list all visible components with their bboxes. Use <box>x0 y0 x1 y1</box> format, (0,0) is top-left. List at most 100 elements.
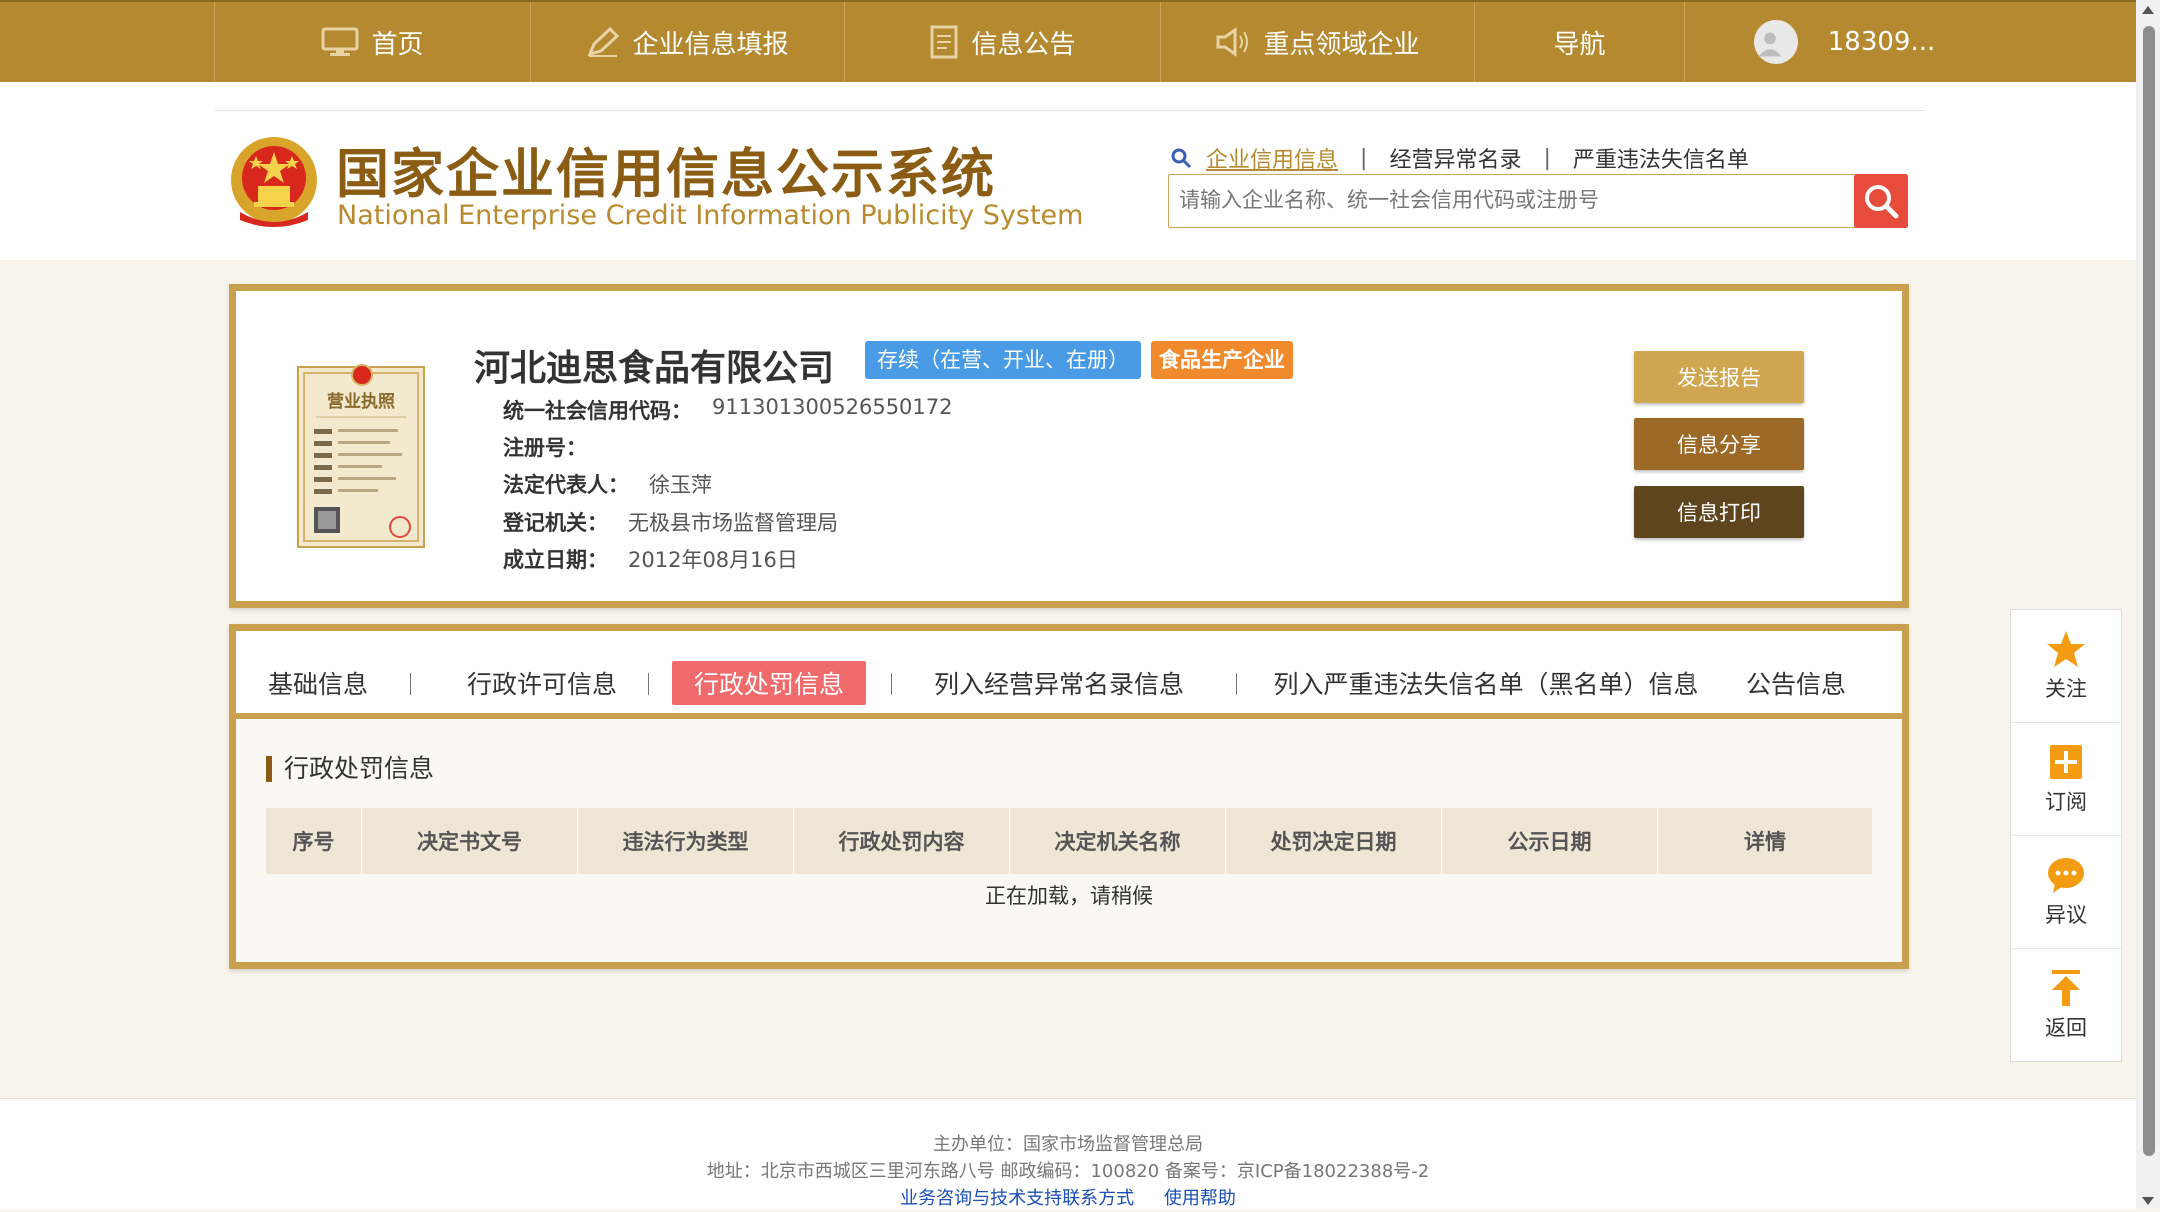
edit-icon <box>587 26 620 57</box>
tab-separator <box>410 673 411 695</box>
info-row-registration-authority: 登记机关： 无极县市场监督管理局 <box>503 507 838 537</box>
send-report-button[interactable]: 发送报告 <box>1634 351 1804 403</box>
back-to-top-button[interactable]: 返回 <box>2011 949 2121 1061</box>
search-type-links: 企业信用信息 | 经营异常名录 | 严重违法失信名单 <box>1170 142 1749 174</box>
tab-announcements[interactable]: 公告信息 <box>1736 661 1856 705</box>
tab-separator <box>891 673 892 695</box>
section-title: 行政处罚信息 <box>266 756 434 782</box>
document-icon <box>930 25 958 59</box>
nav-item-navigation[interactable]: 导航 <box>1474 2 1684 82</box>
vertical-scrollbar[interactable] <box>2136 0 2160 1209</box>
nav-item-home[interactable]: 首页 <box>214 2 530 82</box>
search-icon <box>1171 148 1192 169</box>
founded-date-value: 2012年08月16日 <box>628 548 798 572</box>
scroll-down-arrow[interactable] <box>2142 1197 2154 1205</box>
column-header: 违法行为类型 <box>578 808 794 874</box>
tab-admin-license[interactable]: 行政许可信息 <box>452 661 632 705</box>
top-nav-bar: 首页 企业信息填报 信息公告 重点领域企业 导航 18309... <box>0 0 2136 82</box>
star-icon <box>2047 631 2085 667</box>
tab-basic-info[interactable]: 基础信息 <box>263 661 373 705</box>
objection-label: 异议 <box>2045 903 2087 927</box>
legal-rep-value: 徐玉萍 <box>649 473 712 497</box>
tab-separator <box>648 673 649 695</box>
header-divider <box>215 110 1925 111</box>
nav-item-announcements[interactable]: 信息公告 <box>844 2 1160 82</box>
nav-label-announcements: 信息公告 <box>971 29 1076 60</box>
tab-blacklist[interactable]: 列入严重违法失信名单（黑名单）信息 <box>1248 661 1724 705</box>
detail-tabs-panel: 基础信息 行政许可信息 行政处罚信息 列入经营异常名录信息 列入严重违法失信名单… <box>229 624 1909 969</box>
speaker-icon <box>1216 27 1249 57</box>
share-info-button[interactable]: 信息分享 <box>1634 418 1804 470</box>
info-row-legal-rep: 法定代表人： 徐玉萍 <box>503 469 712 499</box>
column-header: 行政处罚内容 <box>794 808 1010 874</box>
footer-link-help[interactable]: 使用帮助 <box>1164 1188 1236 1209</box>
column-header: 序号 <box>266 808 362 874</box>
company-info-card: 营业执照 河北迪思食品有限公司 存续（在营、开业、在册） 食品生产企业 统一社会… <box>229 284 1909 608</box>
info-row-founded-date: 成立日期： 2012年08月16日 <box>503 544 798 574</box>
loading-message: 正在加载，请稍候 <box>985 884 1153 908</box>
credit-code-value: 911301300526550172 <box>712 395 953 419</box>
nav-label-fill-report: 企业信息填报 <box>632 29 789 60</box>
tab-admin-penalty[interactable]: 行政处罚信息 <box>672 661 866 705</box>
user-icon <box>1758 32 1782 57</box>
search-link-abnormal-list[interactable]: 经营异常名录 <box>1389 142 1521 174</box>
column-header: 处罚决定日期 <box>1226 808 1442 874</box>
link-separator: | <box>1360 145 1368 171</box>
footer-sponsor: 主办单位：国家市场监督管理总局 <box>933 1134 1203 1155</box>
subscribe-label: 订阅 <box>2045 790 2087 814</box>
nav-label-key-sectors: 重点领域企业 <box>1263 29 1420 60</box>
footer-links: 业务咨询与技术支持联系方式 使用帮助 <box>0 1185 2136 1212</box>
registration-number-label: 注册号： <box>503 436 587 460</box>
follow-button[interactable]: 关注 <box>2011 610 2121 723</box>
license-title: 营业执照 <box>327 391 395 412</box>
table-header-row: 序号 决定书文号 违法行为类型 行政处罚内容 决定机关名称 处罚决定日期 公示日… <box>266 808 1872 874</box>
category-badge: 食品生产企业 <box>1151 341 1293 379</box>
nav-item-fill-report[interactable]: 企业信息填报 <box>530 2 844 82</box>
column-header: 决定书文号 <box>362 808 578 874</box>
site-title: 国家企业信用信息公示系统 <box>336 144 996 205</box>
info-row-registration-number: 注册号： <box>503 432 607 462</box>
info-row-credit-code: 统一社会信用代码： 911301300526550172 <box>503 395 953 425</box>
subscribe-button[interactable]: 订阅 <box>2011 723 2121 836</box>
objection-button[interactable]: 异议 <box>2011 836 2121 949</box>
site-header: 国家企业信用信息公示系统 National Enterprise Credit … <box>0 82 2136 260</box>
link-separator: | <box>1543 145 1551 171</box>
chat-icon <box>2048 858 2084 893</box>
search-icon <box>1865 185 1899 219</box>
search-input[interactable] <box>1169 175 1859 225</box>
tab-bar: 基础信息 行政许可信息 行政处罚信息 列入经营异常名录信息 列入严重违法失信名单… <box>236 631 1902 719</box>
column-header: 决定机关名称 <box>1010 808 1226 874</box>
tab-abnormal-list[interactable]: 列入经营异常名录信息 <box>913 661 1205 705</box>
site-subtitle-en: National Enterprise Credit Information P… <box>337 200 1084 231</box>
page-footer: 主办单位：国家市场监督管理总局 地址：北京市西城区三里河东路八号 邮政编码：10… <box>0 1098 2136 1210</box>
registration-authority-label: 登记机关： <box>503 511 608 535</box>
nav-label-home: 首页 <box>371 29 424 60</box>
scrollbar-thumb[interactable] <box>2143 26 2155 1156</box>
national-emblem-icon <box>231 137 317 227</box>
penalty-table: 序号 决定书文号 违法行为类型 行政处罚内容 决定机关名称 处罚决定日期 公示日… <box>266 808 1872 910</box>
back-to-top-label: 返回 <box>2045 1016 2087 1040</box>
scroll-up-arrow[interactable] <box>2142 6 2154 14</box>
tab-separator <box>1236 673 1237 695</box>
tab-separator <box>1692 673 1693 695</box>
user-name: 18309... <box>1827 27 1936 57</box>
column-header: 详情 <box>1744 830 1786 854</box>
avatar <box>1753 20 1798 64</box>
credit-code-label: 统一社会信用代码： <box>503 399 692 423</box>
search-box <box>1168 174 1908 228</box>
search-link-credit-info[interactable]: 企业信用信息 <box>1206 142 1338 174</box>
status-badge: 存续（在营、开业、在册） <box>865 341 1141 379</box>
legal-rep-label: 法定代表人： <box>503 473 629 497</box>
user-menu[interactable]: 18309... <box>1684 2 2004 82</box>
nav-item-key-sectors[interactable]: 重点领域企业 <box>1160 2 1474 82</box>
registration-authority-value: 无极县市场监督管理局 <box>628 511 838 535</box>
business-license-image[interactable]: 营业执照 <box>296 359 428 551</box>
search-link-blacklist[interactable]: 严重违法失信名单 <box>1573 142 1749 174</box>
monitor-icon <box>321 27 359 56</box>
footer-link-support-contact[interactable]: 业务咨询与技术支持联系方式 <box>900 1188 1134 1209</box>
founded-date-label: 成立日期： <box>503 548 608 572</box>
column-header: 公示日期 <box>1442 808 1658 874</box>
print-info-button[interactable]: 信息打印 <box>1634 486 1804 538</box>
search-button[interactable] <box>1854 174 1908 228</box>
plus-icon <box>2050 745 2082 779</box>
